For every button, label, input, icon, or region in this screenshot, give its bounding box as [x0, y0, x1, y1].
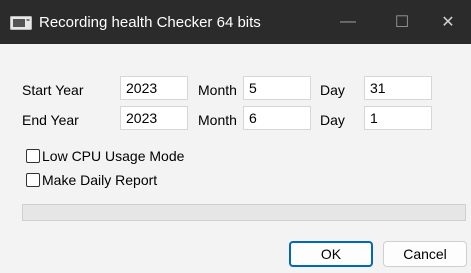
- maximize-icon[interactable]: ☐: [379, 0, 425, 44]
- low-cpu-label: Low CPU Usage Mode: [42, 148, 185, 164]
- start-day-label: Day: [320, 82, 345, 98]
- start-month-input[interactable]: [243, 76, 311, 100]
- window-title: Recording health Checker 64 bits: [39, 14, 261, 31]
- cancel-button[interactable]: Cancel: [383, 241, 467, 267]
- title-bar[interactable]: Recording health Checker 64 bits — ☐ ✕: [0, 0, 471, 44]
- close-icon[interactable]: ✕: [425, 0, 471, 44]
- end-month-input[interactable]: [243, 106, 311, 130]
- daily-report-label: Make Daily Report: [42, 172, 158, 188]
- end-month-label: Month: [198, 112, 237, 128]
- low-cpu-checkbox[interactable]: [26, 149, 40, 163]
- daily-report-checkbox[interactable]: [26, 173, 40, 187]
- app-window: Recording health Checker 64 bits — ☐ ✕ S…: [0, 0, 471, 273]
- end-year-label: End Year: [22, 112, 79, 128]
- start-year-input[interactable]: [120, 76, 188, 100]
- end-year-input[interactable]: [120, 106, 188, 130]
- start-month-label: Month: [198, 82, 237, 98]
- ok-button[interactable]: OK: [289, 241, 373, 267]
- end-day-label: Day: [320, 112, 345, 128]
- low-cpu-option[interactable]: Low CPU Usage Mode: [26, 148, 184, 164]
- minimize-icon[interactable]: —: [325, 0, 371, 44]
- start-year-label: Start Year: [22, 82, 84, 98]
- monitor-icon: [10, 16, 32, 30]
- end-day-input[interactable]: [364, 106, 432, 130]
- daily-report-option[interactable]: Make Daily Report: [26, 172, 157, 188]
- start-day-input[interactable]: [364, 76, 432, 100]
- progress-bar: [22, 204, 466, 221]
